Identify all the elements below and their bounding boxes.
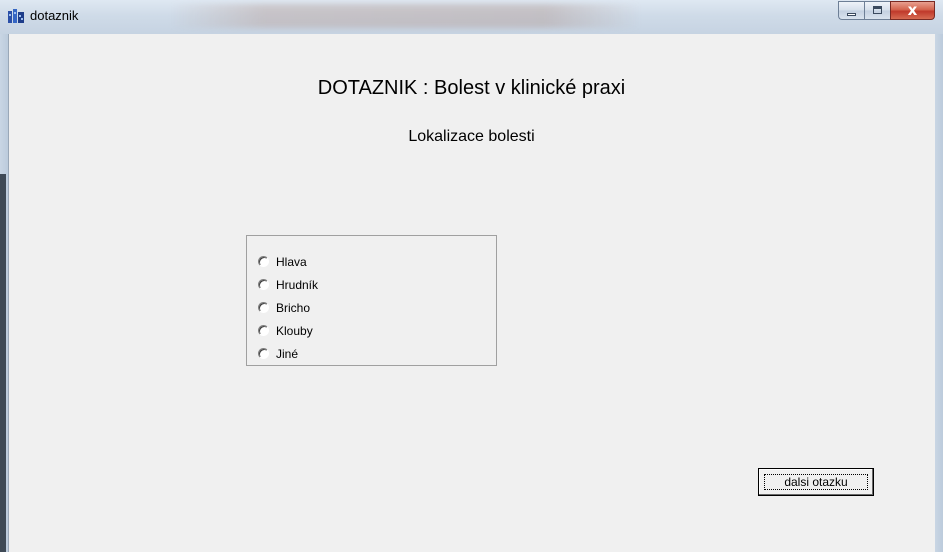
radio-label: Hrudník xyxy=(276,277,319,292)
radio-button-icon[interactable] xyxy=(258,325,269,336)
next-question-button[interactable]: dalsi otazku xyxy=(758,468,874,496)
minimize-icon[interactable] xyxy=(838,1,864,20)
window-left-border xyxy=(0,34,8,552)
section-subtitle: Lokalizace bolesti xyxy=(408,128,535,145)
radio-button-icon[interactable] xyxy=(258,256,269,267)
window-controls: x xyxy=(838,1,935,22)
radio-option-jine[interactable]: Jiné xyxy=(258,342,318,365)
close-icon[interactable]: x xyxy=(890,1,935,20)
radio-button-icon[interactable] xyxy=(258,302,269,313)
radio-label: Jiné xyxy=(276,346,299,361)
next-question-label: dalsi otazku xyxy=(784,475,848,489)
radio-option-bricho[interactable]: Bricho xyxy=(258,296,318,319)
title-bar[interactable]: dotaznik x xyxy=(0,0,943,34)
radio-button-icon[interactable] xyxy=(258,279,269,290)
radio-button-icon[interactable] xyxy=(258,348,269,359)
radio-label: Klouby xyxy=(276,323,313,338)
window-title: dotaznik xyxy=(30,8,79,23)
radio-label: Hlava xyxy=(276,254,307,269)
background-window-edge xyxy=(0,174,6,552)
close-glyph: x xyxy=(907,1,918,19)
radio-option-klouby[interactable]: Klouby xyxy=(258,319,318,342)
page-title: DOTAZNIK : Bolest v klinické praxi xyxy=(317,77,626,99)
window-right-border xyxy=(935,34,943,552)
radio-option-hlava[interactable]: Hlava xyxy=(258,250,318,273)
radio-option-hrudnik[interactable]: Hrudník xyxy=(258,273,318,296)
title-bar-background-blur xyxy=(170,4,640,28)
maximize-icon[interactable] xyxy=(864,1,890,20)
application-window: dotaznik x DOTAZNIK : Bolest v klinické … xyxy=(0,0,943,552)
radio-label: Bricho xyxy=(276,300,311,315)
app-icon xyxy=(8,9,24,23)
pain-location-options: Hlava Hrudník Bricho Klouby Jiné xyxy=(258,250,318,365)
